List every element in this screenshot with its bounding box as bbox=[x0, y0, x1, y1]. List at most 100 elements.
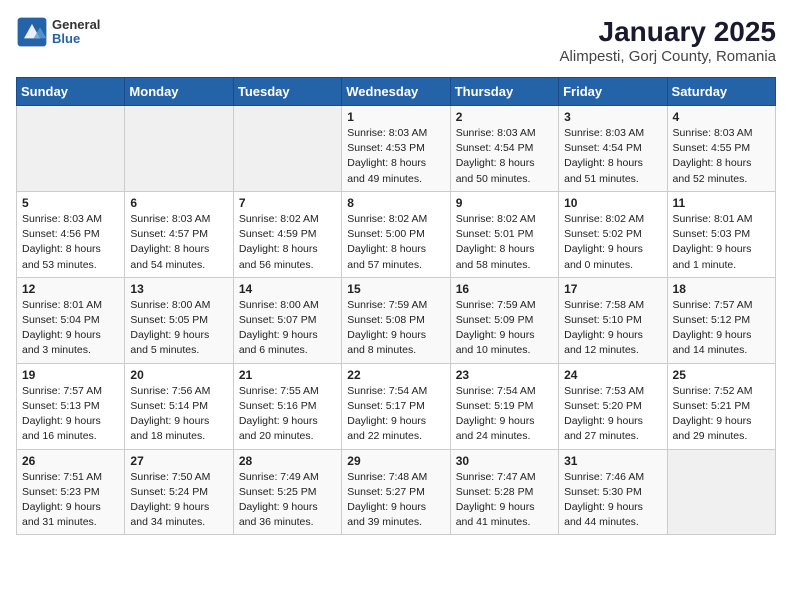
day-number: 31 bbox=[564, 454, 661, 468]
weekday-header: Saturday bbox=[667, 78, 775, 106]
day-info: Sunrise: 8:02 AM Sunset: 5:02 PM Dayligh… bbox=[564, 212, 661, 273]
calendar-day-cell: 24 Sunrise: 7:53 AM Sunset: 5:20 PM Dayli… bbox=[559, 363, 667, 449]
calendar-day-cell bbox=[17, 106, 125, 192]
calendar-day-cell: 5Sunrise: 8:03 AM Sunset: 4:56 PM Daylig… bbox=[17, 191, 125, 277]
calendar-week-row: 12Sunrise: 8:01 AM Sunset: 5:04 PM Dayli… bbox=[17, 277, 776, 363]
day-number: 13 bbox=[130, 282, 227, 296]
calendar-day-cell: 6 Sunrise: 8:03 AM Sunset: 4:57 PM Daylig… bbox=[125, 191, 233, 277]
day-number: 16 bbox=[456, 282, 553, 296]
day-info: Sunrise: 8:01 AM Sunset: 5:03 PM Dayligh… bbox=[673, 212, 770, 273]
day-number: 1 bbox=[347, 110, 444, 124]
calendar-subtitle: Alimpesti, Gorj County, Romania bbox=[560, 48, 776, 65]
calendar-day-cell: 9Sunrise: 8:02 AM Sunset: 5:01 PM Daylig… bbox=[450, 191, 558, 277]
calendar-day-cell: 12Sunrise: 8:01 AM Sunset: 5:04 PM Dayli… bbox=[17, 277, 125, 363]
calendar-day-cell: 28Sunrise: 7:49 AM Sunset: 5:25 PM Dayli… bbox=[233, 449, 341, 535]
calendar-day-cell: 25Sunrise: 7:52 AM Sunset: 5:21 PM Dayli… bbox=[667, 363, 775, 449]
calendar-day-cell bbox=[233, 106, 341, 192]
calendar-day-cell: 16 Sunrise: 7:59 AM Sunset: 5:09 PM Dayli… bbox=[450, 277, 558, 363]
calendar-day-cell bbox=[125, 106, 233, 192]
calendar-day-cell: 3 Sunrise: 8:03 AM Sunset: 4:54 PM Daylig… bbox=[559, 106, 667, 192]
weekday-header: Sunday bbox=[17, 78, 125, 106]
day-info: Sunrise: 7:57 AM Sunset: 5:12 PM Dayligh… bbox=[673, 298, 770, 359]
calendar-day-cell: 31Sunrise: 7:46 AM Sunset: 5:30 PM Dayli… bbox=[559, 449, 667, 535]
weekday-header: Wednesday bbox=[342, 78, 450, 106]
day-info: Sunrise: 7:56 AM Sunset: 5:14 PM Dayligh… bbox=[130, 384, 227, 445]
calendar-day-cell: 13 Sunrise: 8:00 AM Sunset: 5:05 PM Dayli… bbox=[125, 277, 233, 363]
calendar-day-cell: 26 Sunrise: 7:51 AM Sunset: 5:23 PM Dayli… bbox=[17, 449, 125, 535]
calendar-day-cell: 27Sunrise: 7:50 AM Sunset: 5:24 PM Dayli… bbox=[125, 449, 233, 535]
calendar-week-row: 26 Sunrise: 7:51 AM Sunset: 5:23 PM Dayli… bbox=[17, 449, 776, 535]
weekday-header: Tuesday bbox=[233, 78, 341, 106]
calendar-day-cell: 15 Sunrise: 7:59 AM Sunset: 5:08 PM Dayli… bbox=[342, 277, 450, 363]
day-number: 17 bbox=[564, 282, 661, 296]
calendar-week-row: 19 Sunrise: 7:57 AM Sunset: 5:13 PM Dayli… bbox=[17, 363, 776, 449]
day-info: Sunrise: 7:52 AM Sunset: 5:21 PM Dayligh… bbox=[673, 384, 770, 445]
weekday-header: Friday bbox=[559, 78, 667, 106]
calendar-day-cell bbox=[667, 449, 775, 535]
day-info: Sunrise: 7:51 AM Sunset: 5:23 PM Dayligh… bbox=[22, 470, 119, 531]
calendar-day-cell: 4 Sunrise: 8:03 AM Sunset: 4:55 PM Daylig… bbox=[667, 106, 775, 192]
day-info: Sunrise: 7:57 AM Sunset: 5:13 PM Dayligh… bbox=[22, 384, 119, 445]
day-number: 24 bbox=[564, 368, 661, 382]
day-number: 6 bbox=[130, 196, 227, 210]
day-info: Sunrise: 8:01 AM Sunset: 5:04 PM Dayligh… bbox=[22, 298, 119, 359]
day-number: 7 bbox=[239, 196, 336, 210]
day-info: Sunrise: 7:54 AM Sunset: 5:19 PM Dayligh… bbox=[456, 384, 553, 445]
day-info: Sunrise: 7:48 AM Sunset: 5:27 PM Dayligh… bbox=[347, 470, 444, 531]
day-number: 15 bbox=[347, 282, 444, 296]
calendar-day-cell: 21Sunrise: 7:55 AM Sunset: 5:16 PM Dayli… bbox=[233, 363, 341, 449]
day-number: 23 bbox=[456, 368, 553, 382]
day-info: Sunrise: 8:03 AM Sunset: 4:53 PM Dayligh… bbox=[347, 126, 444, 187]
day-info: Sunrise: 7:59 AM Sunset: 5:09 PM Dayligh… bbox=[456, 298, 553, 359]
day-info: Sunrise: 8:03 AM Sunset: 4:55 PM Dayligh… bbox=[673, 126, 770, 187]
day-info: Sunrise: 8:03 AM Sunset: 4:57 PM Dayligh… bbox=[130, 212, 227, 273]
calendar-day-cell: 10 Sunrise: 8:02 AM Sunset: 5:02 PM Dayli… bbox=[559, 191, 667, 277]
page-header: General Blue January 2025 Alimpesti, Gor… bbox=[16, 16, 776, 65]
calendar-header-row: SundayMondayTuesdayWednesdayThursdayFrid… bbox=[17, 78, 776, 106]
calendar-day-cell: 11 Sunrise: 8:01 AM Sunset: 5:03 PM Dayli… bbox=[667, 191, 775, 277]
day-number: 29 bbox=[347, 454, 444, 468]
weekday-header: Thursday bbox=[450, 78, 558, 106]
calendar-day-cell: 14Sunrise: 8:00 AM Sunset: 5:07 PM Dayli… bbox=[233, 277, 341, 363]
day-info: Sunrise: 7:59 AM Sunset: 5:08 PM Dayligh… bbox=[347, 298, 444, 359]
calendar-day-cell: 7 Sunrise: 8:02 AM Sunset: 4:59 PM Daylig… bbox=[233, 191, 341, 277]
day-number: 22 bbox=[347, 368, 444, 382]
calendar-day-cell: 18Sunrise: 7:57 AM Sunset: 5:12 PM Dayli… bbox=[667, 277, 775, 363]
day-number: 27 bbox=[130, 454, 227, 468]
logo-line2: Blue bbox=[52, 32, 100, 46]
day-number: 11 bbox=[673, 196, 770, 210]
calendar-day-cell: 19 Sunrise: 7:57 AM Sunset: 5:13 PM Dayli… bbox=[17, 363, 125, 449]
day-number: 2 bbox=[456, 110, 553, 124]
day-info: Sunrise: 8:02 AM Sunset: 4:59 PM Dayligh… bbox=[239, 212, 336, 273]
day-number: 4 bbox=[673, 110, 770, 124]
day-number: 26 bbox=[22, 454, 119, 468]
day-number: 19 bbox=[22, 368, 119, 382]
day-info: Sunrise: 8:03 AM Sunset: 4:54 PM Dayligh… bbox=[456, 126, 553, 187]
day-info: Sunrise: 7:54 AM Sunset: 5:17 PM Dayligh… bbox=[347, 384, 444, 445]
logo-text: General Blue bbox=[52, 18, 100, 47]
logo: General Blue bbox=[16, 16, 100, 48]
calendar-day-cell: 8 Sunrise: 8:02 AM Sunset: 5:00 PM Daylig… bbox=[342, 191, 450, 277]
day-number: 10 bbox=[564, 196, 661, 210]
logo-line1: General bbox=[52, 18, 100, 32]
day-info: Sunrise: 8:00 AM Sunset: 5:05 PM Dayligh… bbox=[130, 298, 227, 359]
day-info: Sunrise: 7:47 AM Sunset: 5:28 PM Dayligh… bbox=[456, 470, 553, 531]
calendar-day-cell: 30Sunrise: 7:47 AM Sunset: 5:28 PM Dayli… bbox=[450, 449, 558, 535]
calendar-day-cell: 2 Sunrise: 8:03 AM Sunset: 4:54 PM Daylig… bbox=[450, 106, 558, 192]
calendar-title: January 2025 bbox=[560, 16, 776, 48]
calendar-day-cell: 23 Sunrise: 7:54 AM Sunset: 5:19 PM Dayli… bbox=[450, 363, 558, 449]
day-info: Sunrise: 7:58 AM Sunset: 5:10 PM Dayligh… bbox=[564, 298, 661, 359]
calendar-week-row: 5Sunrise: 8:03 AM Sunset: 4:56 PM Daylig… bbox=[17, 191, 776, 277]
day-info: Sunrise: 7:53 AM Sunset: 5:20 PM Dayligh… bbox=[564, 384, 661, 445]
day-number: 3 bbox=[564, 110, 661, 124]
calendar-day-cell: 17 Sunrise: 7:58 AM Sunset: 5:10 PM Dayli… bbox=[559, 277, 667, 363]
calendar-table: SundayMondayTuesdayWednesdayThursdayFrid… bbox=[16, 77, 776, 535]
calendar-day-cell: 22 Sunrise: 7:54 AM Sunset: 5:17 PM Dayli… bbox=[342, 363, 450, 449]
day-info: Sunrise: 8:02 AM Sunset: 5:01 PM Dayligh… bbox=[456, 212, 553, 273]
logo-icon bbox=[16, 16, 48, 48]
day-info: Sunrise: 8:03 AM Sunset: 4:54 PM Dayligh… bbox=[564, 126, 661, 187]
day-info: Sunrise: 8:02 AM Sunset: 5:00 PM Dayligh… bbox=[347, 212, 444, 273]
day-number: 8 bbox=[347, 196, 444, 210]
day-number: 21 bbox=[239, 368, 336, 382]
calendar-week-row: 1 Sunrise: 8:03 AM Sunset: 4:53 PM Daylig… bbox=[17, 106, 776, 192]
